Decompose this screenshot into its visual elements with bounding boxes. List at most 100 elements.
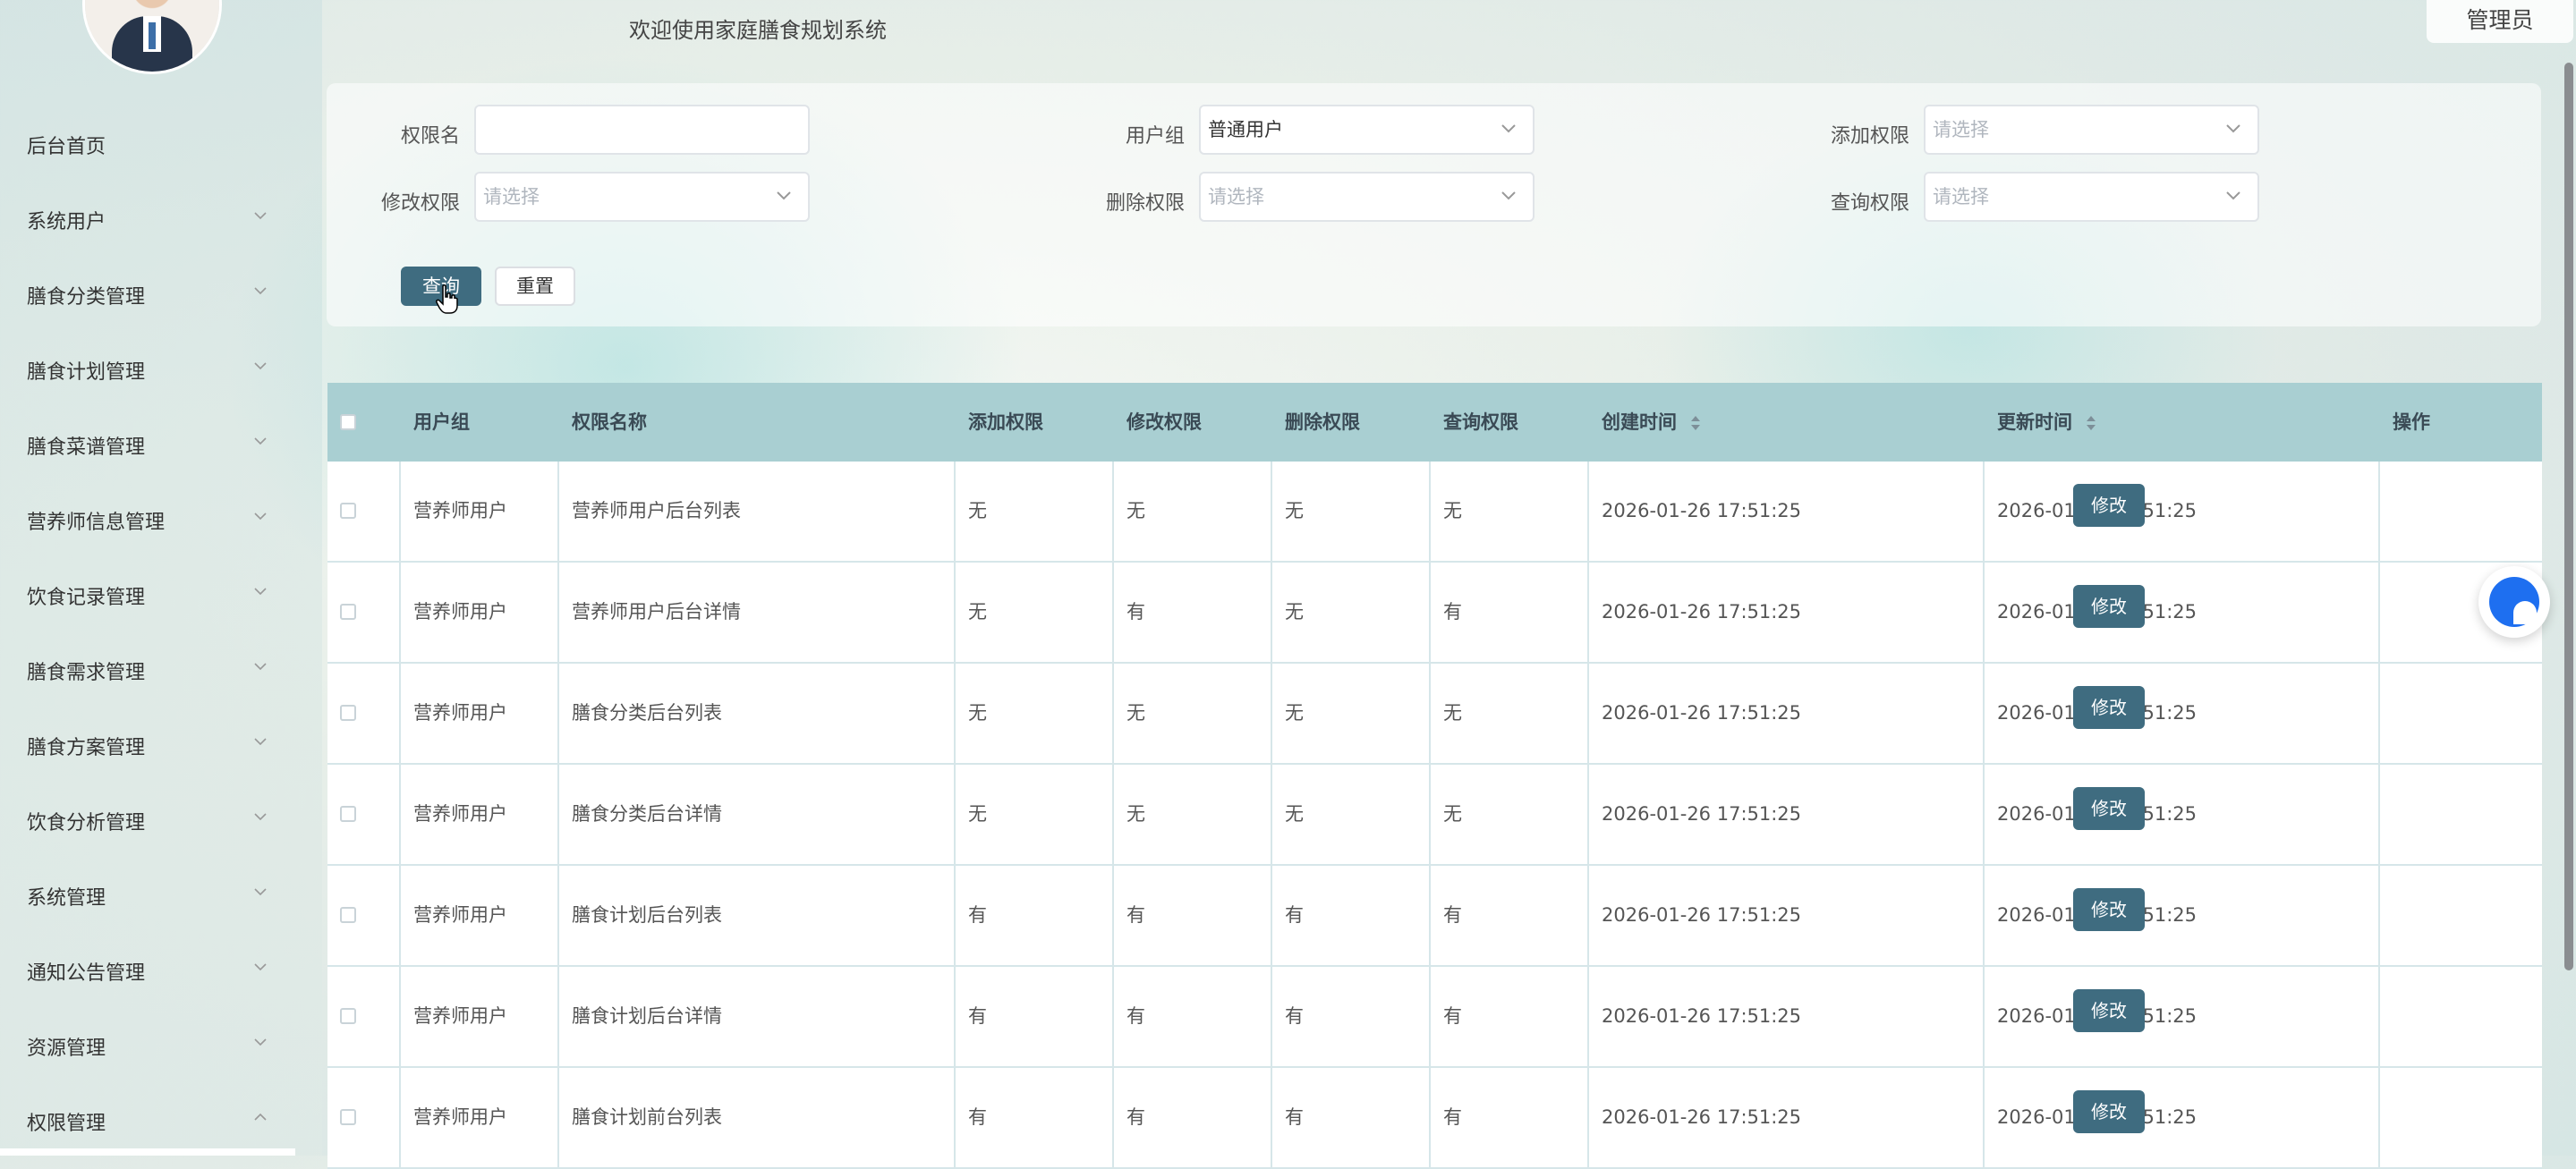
column-divider [1587,1068,1589,1167]
cell-add: 有 [968,1005,987,1027]
add-perm-select[interactable]: 请选择 [1924,105,2259,155]
cell-add: 有 [968,904,987,926]
cell-perm-name: 营养师用户后台列表 [572,500,741,521]
reset-button[interactable]: 重置 [495,267,575,306]
edit-button[interactable]: 修改 [2073,989,2145,1032]
chevron-up-icon [254,1113,267,1121]
chevron-down-icon [254,663,267,671]
table-header: 用户组 权限名称 添加权限 修改权限 删除权限 查询权限 创建时间 更新时间 操… [327,383,2542,462]
column-divider [1587,765,1589,864]
column-divider [1587,967,1589,1066]
th-delete: 删除权限 [1285,411,1360,433]
column-divider [954,866,956,965]
column-divider [954,765,956,864]
table-row: 营养师用户 膳食分类后台详情无无无无 2026-01-26 17:51:25 2026… [327,765,2542,866]
column-divider [1429,967,1431,1066]
column-divider [557,765,559,864]
th-created[interactable]: 创建时间 [1587,383,1983,462]
row-checkbox[interactable] [340,1008,356,1024]
row-checkbox[interactable] [340,1109,356,1125]
cell-delete: 有 [1285,904,1304,926]
column-divider [1587,866,1589,965]
sidebar-item[interactable]: 资源管理 [0,1009,295,1084]
edit-button[interactable]: 修改 [2073,1090,2145,1133]
row-checkbox[interactable] [340,806,356,822]
sort-icon[interactable] [1690,414,1701,432]
sidebar-item[interactable]: 营养师信息管理 [0,483,295,558]
chat-float-button[interactable] [2478,566,2550,638]
sidebar-item-label: 后台首页 [27,136,106,158]
column-divider [1112,462,1114,561]
edit-button[interactable]: 修改 [2073,888,2145,931]
column-divider [1587,664,1589,763]
column-divider [557,866,559,965]
edit-perm-select[interactable]: 请选择 [474,172,810,222]
cell-perm-name: 膳食计划后台详情 [572,1005,722,1027]
sidebar-item[interactable]: 膳食需求管理 [0,633,295,708]
column-divider [2378,664,2380,763]
column-divider [2378,563,2380,662]
column-divider [1983,866,1985,965]
sidebar-item[interactable]: 系统用户 [0,182,295,258]
perm-name-input[interactable] [474,105,810,155]
cell-query: 无 [1443,500,1462,521]
user-group-select[interactable]: 普通用户 [1199,105,1535,155]
select-all-checkbox[interactable] [340,414,356,430]
sidebar-item-label: 膳食计划管理 [27,361,146,384]
edit-button[interactable]: 修改 [2073,787,2145,830]
cell-query: 有 [1443,601,1462,623]
delete-perm-label: 删除权限 [1105,192,1185,215]
cell-add: 有 [968,1106,987,1128]
th-edit: 修改权限 [1126,411,1202,433]
column-divider [1271,765,1272,864]
chevron-down-icon [254,362,267,370]
query-perm-placeholder: 请选择 [1933,186,1989,208]
column-divider [1271,563,1272,662]
sidebar-item[interactable]: 饮食记录管理 [0,558,295,633]
cell-query: 有 [1443,1106,1462,1128]
row-checkbox[interactable] [340,705,356,721]
chevron-down-icon [254,287,267,295]
cell-created: 2026-01-26 17:51:25 [1602,803,1802,825]
sidebar-item-label: 饮食分析管理 [27,812,146,834]
sidebar-item-label: 饮食记录管理 [27,587,146,609]
sidebar-item[interactable]: 系统管理 [0,859,295,934]
row-checkbox[interactable] [340,604,356,620]
delete-perm-select[interactable]: 请选择 [1199,172,1535,222]
chevron-down-icon [1501,124,1516,133]
cell-add: 无 [968,601,987,623]
sort-icon[interactable] [2086,414,2096,432]
column-divider [2378,462,2380,561]
row-checkbox[interactable] [340,907,356,923]
edit-button[interactable]: 修改 [2073,686,2145,729]
column-divider [1271,1068,1272,1167]
page-scrollbar[interactable] [2564,63,2573,970]
sidebar-item[interactable]: 膳食菜谱管理 [0,408,295,483]
chevron-down-icon [254,888,267,896]
query-perm-select[interactable]: 请选择 [1924,172,2259,222]
sidebar-item[interactable]: 后台首页 [0,107,295,182]
cell-query: 有 [1443,904,1462,926]
sidebar-divider [0,1148,295,1156]
sidebar-item[interactable]: 膳食方案管理 [0,708,295,784]
column-divider [557,1068,559,1167]
cell-perm-name: 营养师用户后台详情 [572,601,741,623]
column-divider [557,462,559,561]
cell-edit: 有 [1126,904,1145,926]
row-checkbox[interactable] [340,503,356,519]
column-divider [1983,664,1985,763]
th-updated[interactable]: 更新时间 [1983,383,2378,462]
th-add: 添加权限 [968,411,1043,433]
edit-button[interactable]: 修改 [2073,585,2145,628]
sidebar-item[interactable]: 膳食计划管理 [0,333,295,408]
sidebar-item[interactable]: 通知公告管理 [0,934,295,1009]
admin-menu-button[interactable]: 管理员 [2427,0,2573,43]
edit-button[interactable]: 修改 [2073,484,2145,527]
sidebar-item[interactable]: 饮食分析管理 [0,784,295,859]
cell-user-group: 营养师用户 [413,1106,507,1128]
th-created-label: 创建时间 [1602,411,1677,433]
sidebar-item-label: 资源管理 [27,1038,106,1060]
column-divider [954,563,956,662]
sidebar-item[interactable]: 膳食分类管理 [0,258,295,333]
column-divider [1587,462,1589,561]
